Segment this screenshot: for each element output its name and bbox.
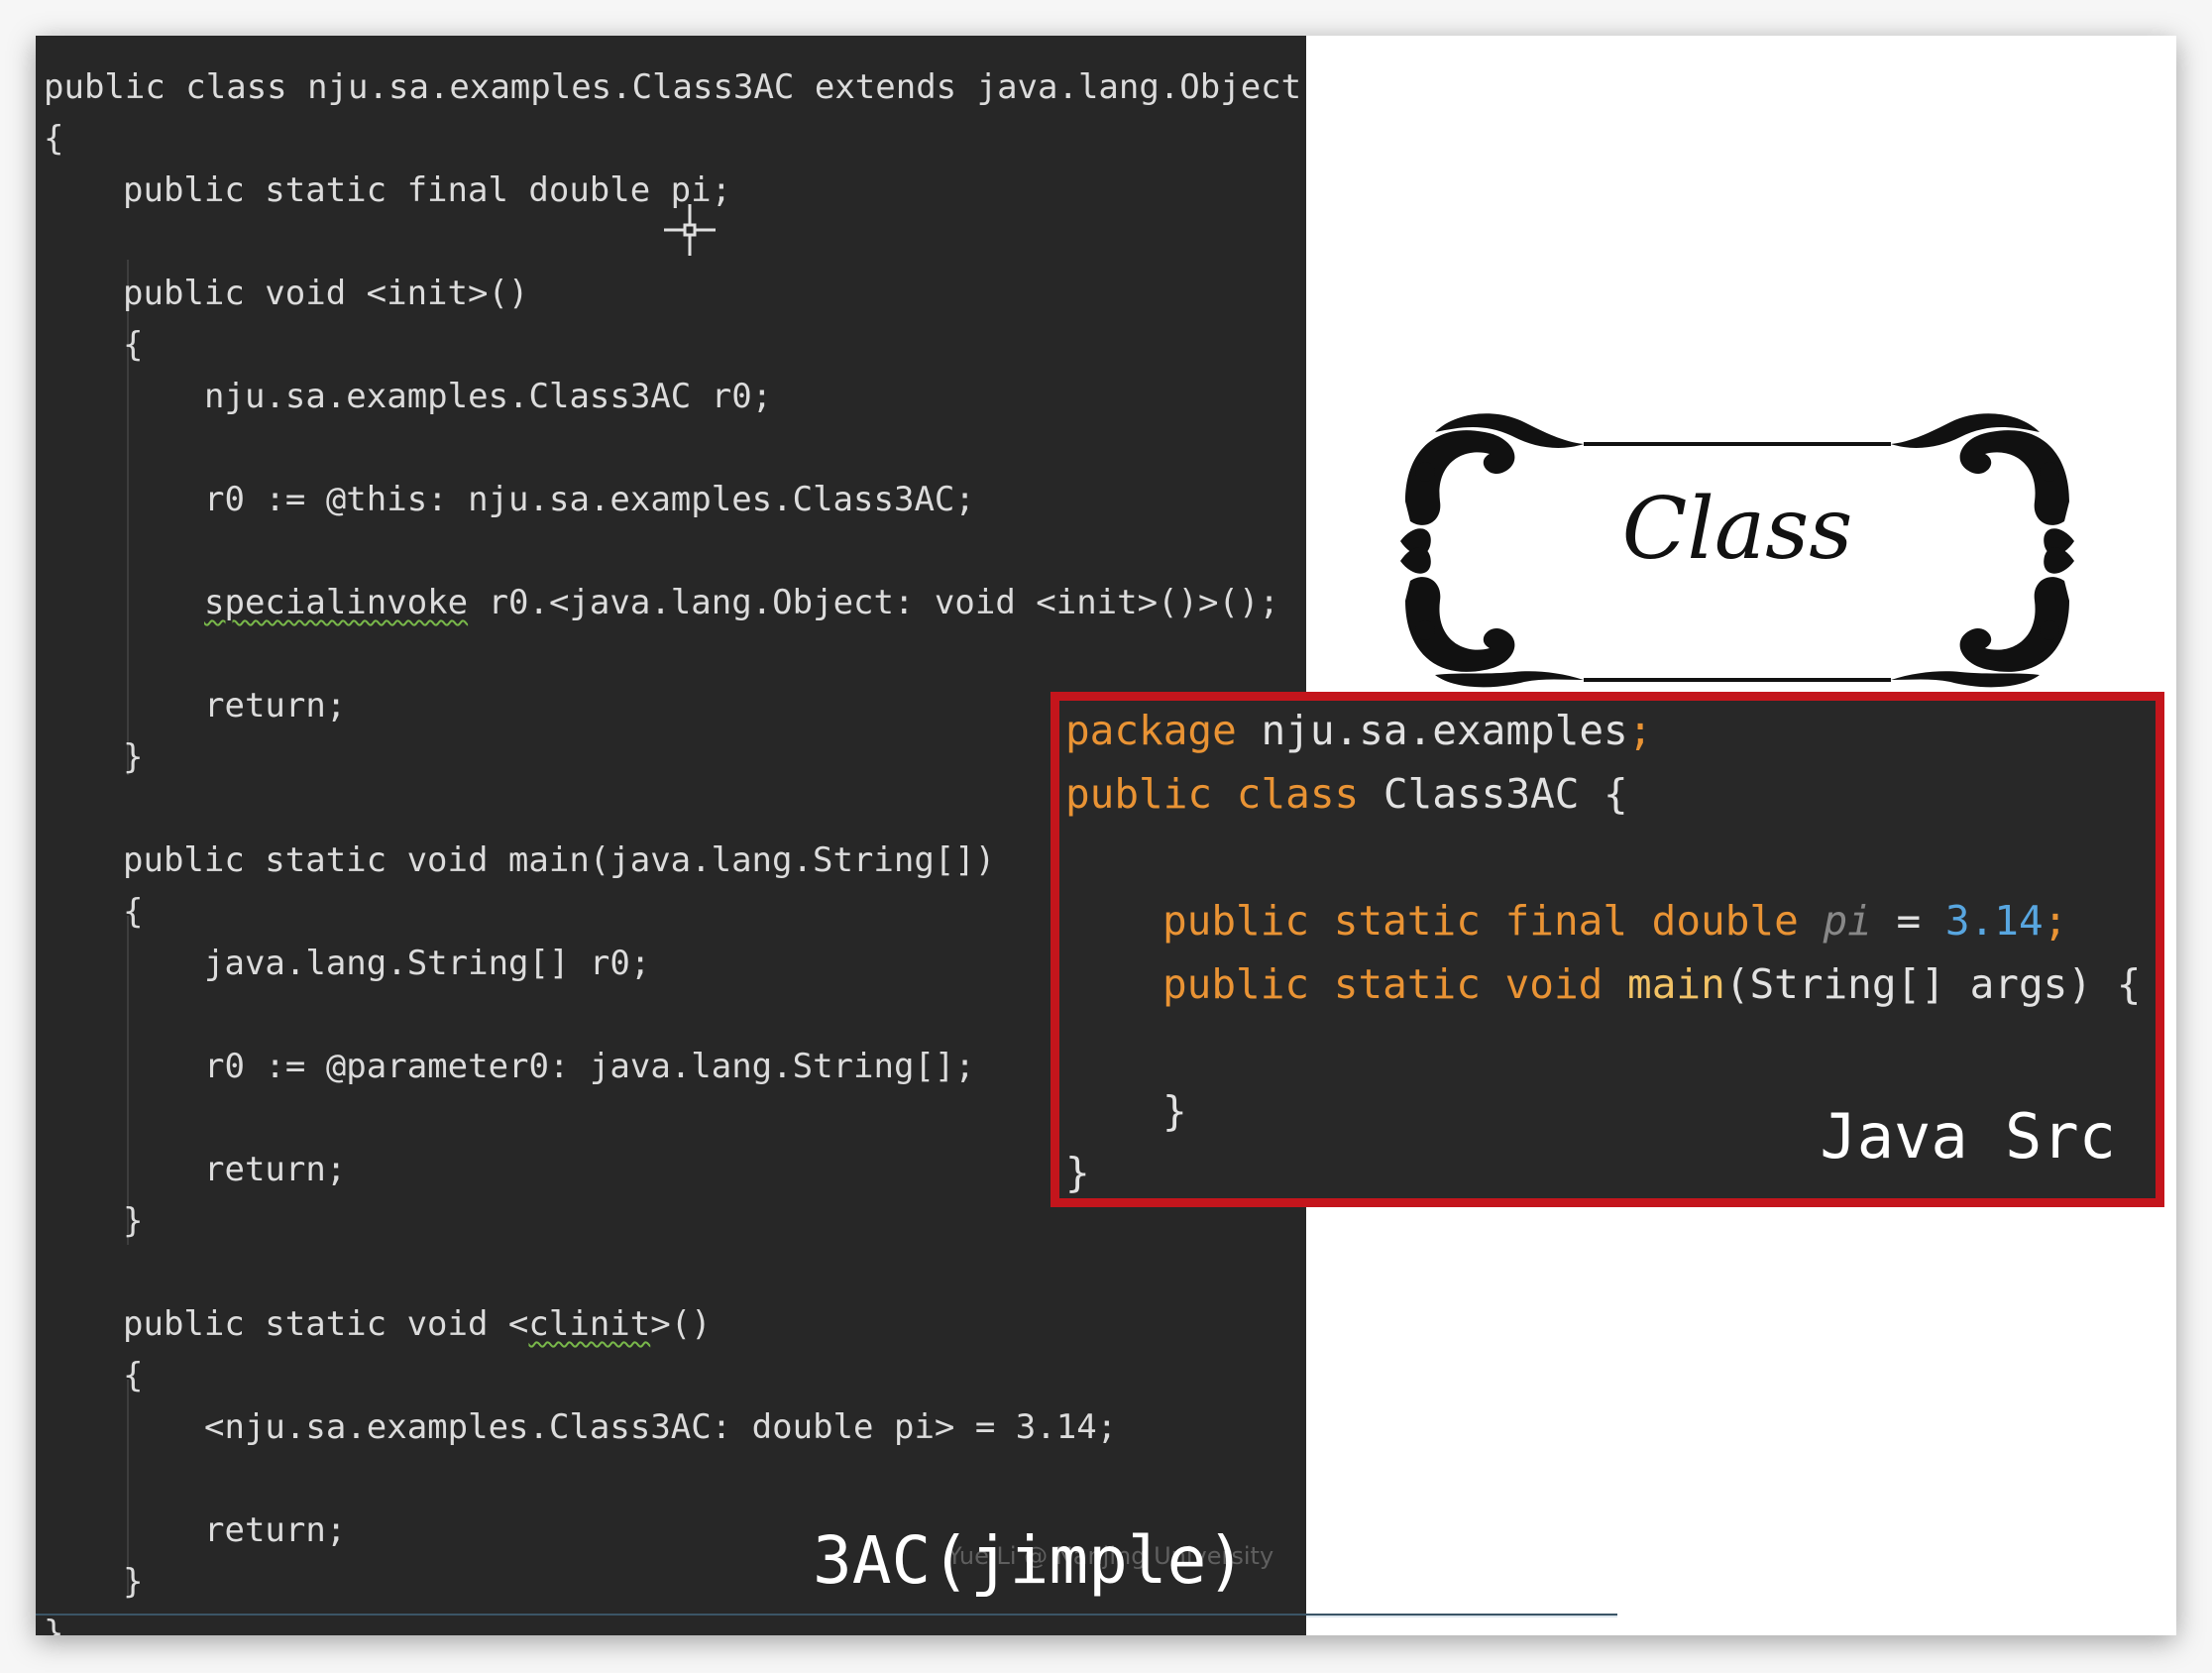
jimple-this-assignment: r0 := @this: nju.sa.examples.Class3AC; xyxy=(204,480,975,519)
jimple-return: return; xyxy=(204,1150,347,1189)
semicolon: ; xyxy=(2043,897,2068,945)
jimple-clinit-signature: public static void <clinit>() xyxy=(123,1304,712,1344)
jimple-field-declaration: public static final double pi; xyxy=(123,170,732,210)
semicolon: ; xyxy=(1627,707,1653,754)
java-source-box: package nju.sa.examples; public class Cl… xyxy=(1051,692,2164,1207)
package-keyword: package xyxy=(1065,707,1237,754)
jimple-brace: { xyxy=(123,325,144,365)
jimple-brace: { xyxy=(44,119,64,159)
jimple-main-signature: public static void main(java.lang.String… xyxy=(123,840,996,880)
class-keyword: public class xyxy=(1065,770,1360,818)
jimple-class-declaration: public class nju.sa.examples.Class3AC ex… xyxy=(44,67,1302,107)
clinit-prefix: public static void < xyxy=(123,1304,529,1344)
clinit-keyword: clinit xyxy=(528,1304,651,1344)
java-field-line: public static final double pi = 3.14; xyxy=(1162,897,2067,945)
field-value: 3.14 xyxy=(1944,897,2044,945)
class-title: Class xyxy=(1621,480,1853,579)
slide: public class nju.sa.examples.Class3AC ex… xyxy=(36,36,2176,1635)
assign-operator: = xyxy=(1871,897,1945,945)
package-name: nju.sa.examples xyxy=(1236,707,1628,754)
method-params: (String[] args) { xyxy=(1724,960,2142,1008)
clinit-suffix: >() xyxy=(650,1304,712,1344)
jimple-init-signature: public void <init>() xyxy=(123,274,529,313)
jimple-brace: { xyxy=(123,1356,144,1395)
jimple-brace: { xyxy=(123,892,144,932)
jimple-parameter-assignment: r0 := @parameter0: java.lang.String[]; xyxy=(204,1047,975,1086)
divider xyxy=(1306,1616,1617,1617)
specialinvoke-args: r0.<java.lang.Object: void <init>()>(); xyxy=(468,583,1279,622)
java-package-line: package nju.sa.examples; xyxy=(1065,707,1652,754)
jimple-local-declaration: nju.sa.examples.Class3AC r0; xyxy=(204,377,773,416)
jimple-brace: } xyxy=(123,1201,144,1241)
jimple-caption: 3AC(jimple) xyxy=(813,1522,1247,1599)
class-ornament-frame: Class xyxy=(1395,392,2079,690)
jimple-class-close-brace: } xyxy=(44,1614,64,1635)
field-modifiers: public static final double xyxy=(1162,897,1799,945)
jimple-return: return; xyxy=(204,686,347,725)
jimple-specialinvoke-line: specialinvoke r0.<java.lang.Object: void… xyxy=(204,583,1279,622)
jimple-brace: } xyxy=(123,1562,144,1602)
java-main-line: public static void main(String[] args) { xyxy=(1162,960,2141,1008)
method-modifiers: public static void xyxy=(1162,960,1604,1008)
class-name: Class3AC { xyxy=(1359,770,1628,818)
jimple-return: return; xyxy=(204,1510,347,1550)
jimple-static-assignment: <nju.sa.examples.Class3AC: double pi> = … xyxy=(204,1407,1118,1447)
jimple-brace: } xyxy=(123,737,144,777)
method-name: main xyxy=(1627,960,1725,1008)
java-inner-close-brace: } xyxy=(1162,1087,1187,1135)
java-outer-close-brace: } xyxy=(1065,1149,1090,1196)
crosshair-cursor-icon xyxy=(662,202,718,262)
java-caption: Java Src xyxy=(1820,1100,2116,1172)
java-class-line: public class Class3AC { xyxy=(1065,770,1628,818)
indent-guide xyxy=(127,916,129,1245)
jimple-local-declaration: java.lang.String[] r0; xyxy=(204,944,651,983)
field-name: pi xyxy=(1823,897,1872,945)
specialinvoke-keyword: specialinvoke xyxy=(204,583,469,622)
